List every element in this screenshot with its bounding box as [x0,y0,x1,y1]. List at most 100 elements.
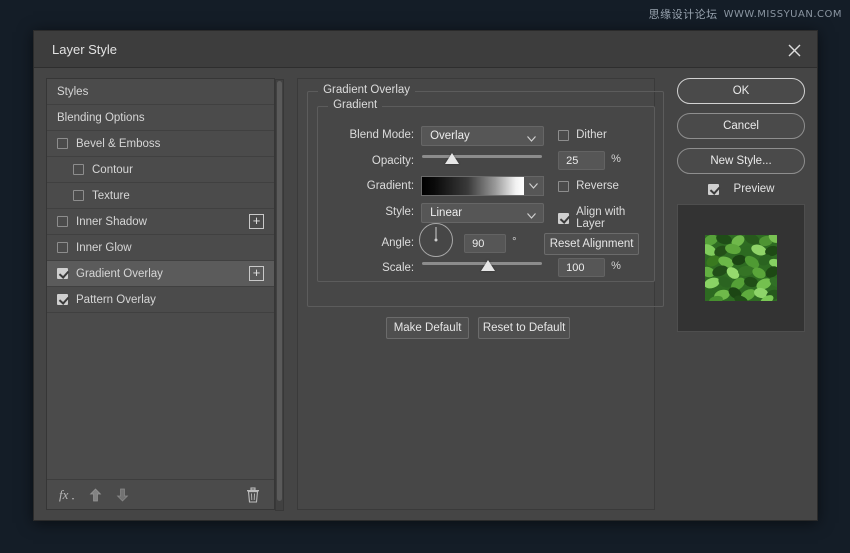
scale-slider-knob[interactable] [481,260,495,271]
blend-mode-value: Overlay [430,130,470,142]
scale-unit: % [611,260,621,272]
sidebar-item-checkbox[interactable] [57,138,68,149]
sidebar-item-inner-glow[interactable]: Inner Glow [47,235,274,261]
opacity-input[interactable]: 25 [558,151,605,170]
sidebar-item-label: Inner Glow [76,242,132,254]
style-select[interactable]: Linear [421,203,544,223]
cancel-button[interactable]: Cancel [677,113,805,139]
blend-mode-select[interactable]: Overlay [421,126,544,146]
style-label: Style: [326,206,414,218]
sidebar-item-label: Inner Shadow [76,216,147,228]
sidebar-item-bevel-emboss[interactable]: Bevel & Emboss [47,131,274,157]
align-with-layer-checkbox[interactable] [558,213,569,224]
gradient-group: Gradient Blend Mode: Overlay Dither [317,106,655,282]
styles-list: Styles Blending Options Bevel & Emboss Cont… [47,79,274,396]
opacity-slider-knob[interactable] [445,153,459,164]
dither-checkbox-row[interactable]: Dither [558,129,607,141]
sidebar-item-label: Gradient Overlay [76,268,163,280]
angle-unit: ° [512,236,516,248]
sidebar-item-gradient-overlay[interactable]: Gradient Overlay + [47,261,274,287]
preview-label: Preview [734,183,775,195]
opacity-unit: % [611,153,621,165]
sidebar-scrollbar[interactable] [275,79,284,511]
sidebar-item-checkbox[interactable] [57,268,68,279]
sidebar-item-checkbox[interactable] [73,190,84,201]
opacity-slider-track [422,155,542,158]
dialog-body: Styles Blending Options Bevel & Emboss Cont… [34,68,817,520]
sidebar-item-label: Styles [57,86,88,98]
sidebar-item-blending-options[interactable]: Blending Options [47,105,274,131]
gradient-legend: Gradient [328,99,382,111]
gradient-overlay-group: Gradient Overlay Gradient Blend Mode: Ov… [307,91,664,307]
angle-label: Angle: [326,237,414,249]
close-icon[interactable] [781,37,807,63]
trash-icon[interactable] [246,487,260,508]
gradient-picker-dropdown[interactable] [524,176,544,196]
scale-slider[interactable] [422,259,542,273]
styles-sidebar: Styles Blending Options Bevel & Emboss Cont… [46,78,275,510]
sidebar-item-pattern-overlay[interactable]: Pattern Overlay [47,287,274,313]
reverse-checkbox[interactable] [558,181,569,192]
sidebar-item-checkbox[interactable] [57,216,68,227]
gradient-overlay-panel: Gradient Overlay Gradient Blend Mode: Ov… [297,78,655,510]
reset-to-default-button[interactable]: Reset to Default [478,317,570,339]
dialog-title: Layer Style [52,42,117,57]
style-value: Linear [430,207,462,219]
svg-text:fx: fx [59,487,69,502]
gradient-swatch[interactable] [421,176,525,196]
arrow-down-icon[interactable] [116,488,129,502]
opacity-label: Opacity: [326,155,414,167]
add-effect-button[interactable]: + [249,266,264,281]
plus-icon: + [253,266,261,279]
chevron-down-icon [527,210,536,222]
reverse-label: Reverse [576,180,619,192]
new-style-button[interactable]: New Style... [677,148,805,174]
angle-dial-hub [435,239,438,242]
make-default-button[interactable]: Make Default [386,317,469,339]
sidebar-item-checkbox[interactable] [73,164,84,175]
desktop-background: 思缘设计论坛 WWW.MISSYUAN.COM Layer Style Styl… [0,0,850,553]
sidebar-item-label: Contour [92,164,133,176]
fx-icon[interactable]: fx [59,487,75,502]
sidebar-scrollbar-thumb[interactable] [277,81,282,501]
styles-list-empty-area [47,396,274,479]
align-with-layer-label: Align with Layer [576,206,654,230]
sidebar-item-label: Pattern Overlay [76,294,156,306]
watermark: 思缘设计论坛 WWW.MISSYUAN.COM [649,6,842,22]
blend-mode-label: Blend Mode: [326,129,414,141]
sidebar-item-contour[interactable]: Contour [47,157,274,183]
preview-panel [677,204,805,332]
preview-checkbox[interactable] [708,184,719,195]
sidebar-item-label: Blending Options [57,112,145,124]
layer-preview-thumbnail [705,235,777,301]
gradient-overlay-legend: Gradient Overlay [318,84,415,96]
add-effect-button[interactable]: + [249,214,264,229]
chevron-down-icon [527,133,536,145]
scale-input[interactable]: 100 [558,258,605,277]
angle-input[interactable]: 90 [464,234,506,253]
scale-label: Scale: [326,262,414,274]
gradient-label: Gradient: [326,180,414,192]
sidebar-item-checkbox[interactable] [57,242,68,253]
ok-button[interactable]: OK [677,78,805,104]
opacity-slider[interactable] [422,152,542,166]
reverse-checkbox-row[interactable]: Reverse [558,180,619,192]
arrow-up-icon[interactable] [89,488,102,502]
reset-alignment-button[interactable]: Reset Alignment [544,233,639,255]
sidebar-item-checkbox[interactable] [57,294,68,305]
preview-checkbox-row[interactable]: Preview [677,183,805,195]
sidebar-item-inner-shadow[interactable]: Inner Shadow + [47,209,274,235]
angle-dial[interactable] [419,223,453,257]
sidebar-item-styles[interactable]: Styles [47,79,274,105]
sidebar-item-label: Texture [92,190,130,202]
sidebar-item-texture[interactable]: Texture [47,183,274,209]
align-with-layer-checkbox-row[interactable]: Align with Layer [558,206,654,230]
styles-toolbar: fx [47,479,274,509]
sidebar-item-label: Bevel & Emboss [76,138,160,150]
dither-checkbox[interactable] [558,130,569,141]
layer-style-dialog: Layer Style Styles Blending Options Bevel … [33,30,818,521]
dialog-actions: OK Cancel New Style... Preview [677,78,805,508]
dither-label: Dither [576,129,607,141]
dialog-titlebar: Layer Style [34,31,817,68]
plus-icon: + [253,214,261,227]
